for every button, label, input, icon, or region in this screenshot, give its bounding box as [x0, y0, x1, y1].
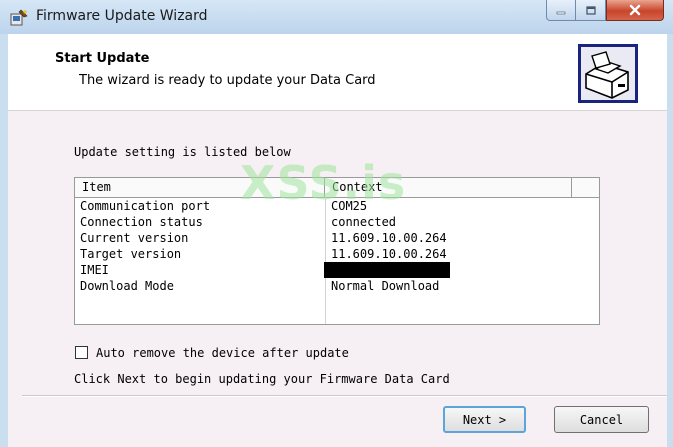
- auto-remove-label[interactable]: Auto remove the device after update: [96, 346, 349, 360]
- column-header-filler: [572, 178, 599, 197]
- title-bar[interactable]: Firmware Update Wizard: [0, 0, 673, 34]
- minimize-button[interactable]: [546, 0, 576, 21]
- cell-context: 11.609.10.00.264: [331, 231, 447, 245]
- auto-remove-checkbox[interactable]: [75, 346, 88, 359]
- cell-context: Normal Download: [331, 279, 440, 293]
- redacted-imei: [324, 262, 450, 278]
- maximize-icon: [585, 1, 597, 20]
- window-title: Firmware Update Wizard: [36, 8, 208, 24]
- list-row[interactable]: IMEI: [75, 262, 599, 278]
- wizard-app-icon: [9, 8, 29, 28]
- cancel-button[interactable]: Cancel: [554, 406, 649, 433]
- wizard-header: Start Update The wizard is ready to upda…: [8, 34, 667, 111]
- next-button[interactable]: Next >: [443, 406, 526, 433]
- cell-item: Communication port: [80, 199, 211, 213]
- divider: [22, 395, 667, 397]
- wizard-content: Start Update The wizard is ready to upda…: [8, 34, 667, 447]
- cell-item: Current version: [80, 231, 189, 245]
- minimize-icon: [555, 1, 567, 20]
- list-row[interactable]: Target version 11.609.10.00.264: [75, 246, 599, 262]
- next-button-label: Next >: [462, 412, 507, 427]
- cell-context: connected: [331, 215, 397, 229]
- list-row[interactable]: Connection status connected: [75, 214, 599, 230]
- page-title: Start Update: [55, 51, 150, 66]
- cell-item: Download Mode: [80, 279, 174, 293]
- cell-item: Connection status: [80, 215, 203, 229]
- wizard-window: Firmware Update Wizard Start Update The …: [0, 0, 673, 447]
- cell-item: Target version: [80, 247, 182, 261]
- close-icon: [628, 1, 642, 20]
- list-row[interactable]: Current version 11.609.10.00.264: [75, 230, 599, 246]
- cancel-button-label: Cancel: [579, 412, 624, 427]
- watermark-text: XSS.is: [240, 156, 407, 210]
- list-row[interactable]: Download Mode Normal Download: [75, 278, 599, 294]
- hint-text: Click Next to begin updating your Firmwa…: [74, 372, 450, 386]
- page-subtitle: The wizard is ready to update your Data …: [79, 73, 376, 88]
- cell-item: IMEI: [80, 263, 109, 277]
- close-button[interactable]: [606, 0, 664, 21]
- maximize-button[interactable]: [576, 0, 606, 21]
- computer-install-icon: [578, 44, 638, 103]
- cell-context: 11.609.10.00.264: [331, 247, 447, 261]
